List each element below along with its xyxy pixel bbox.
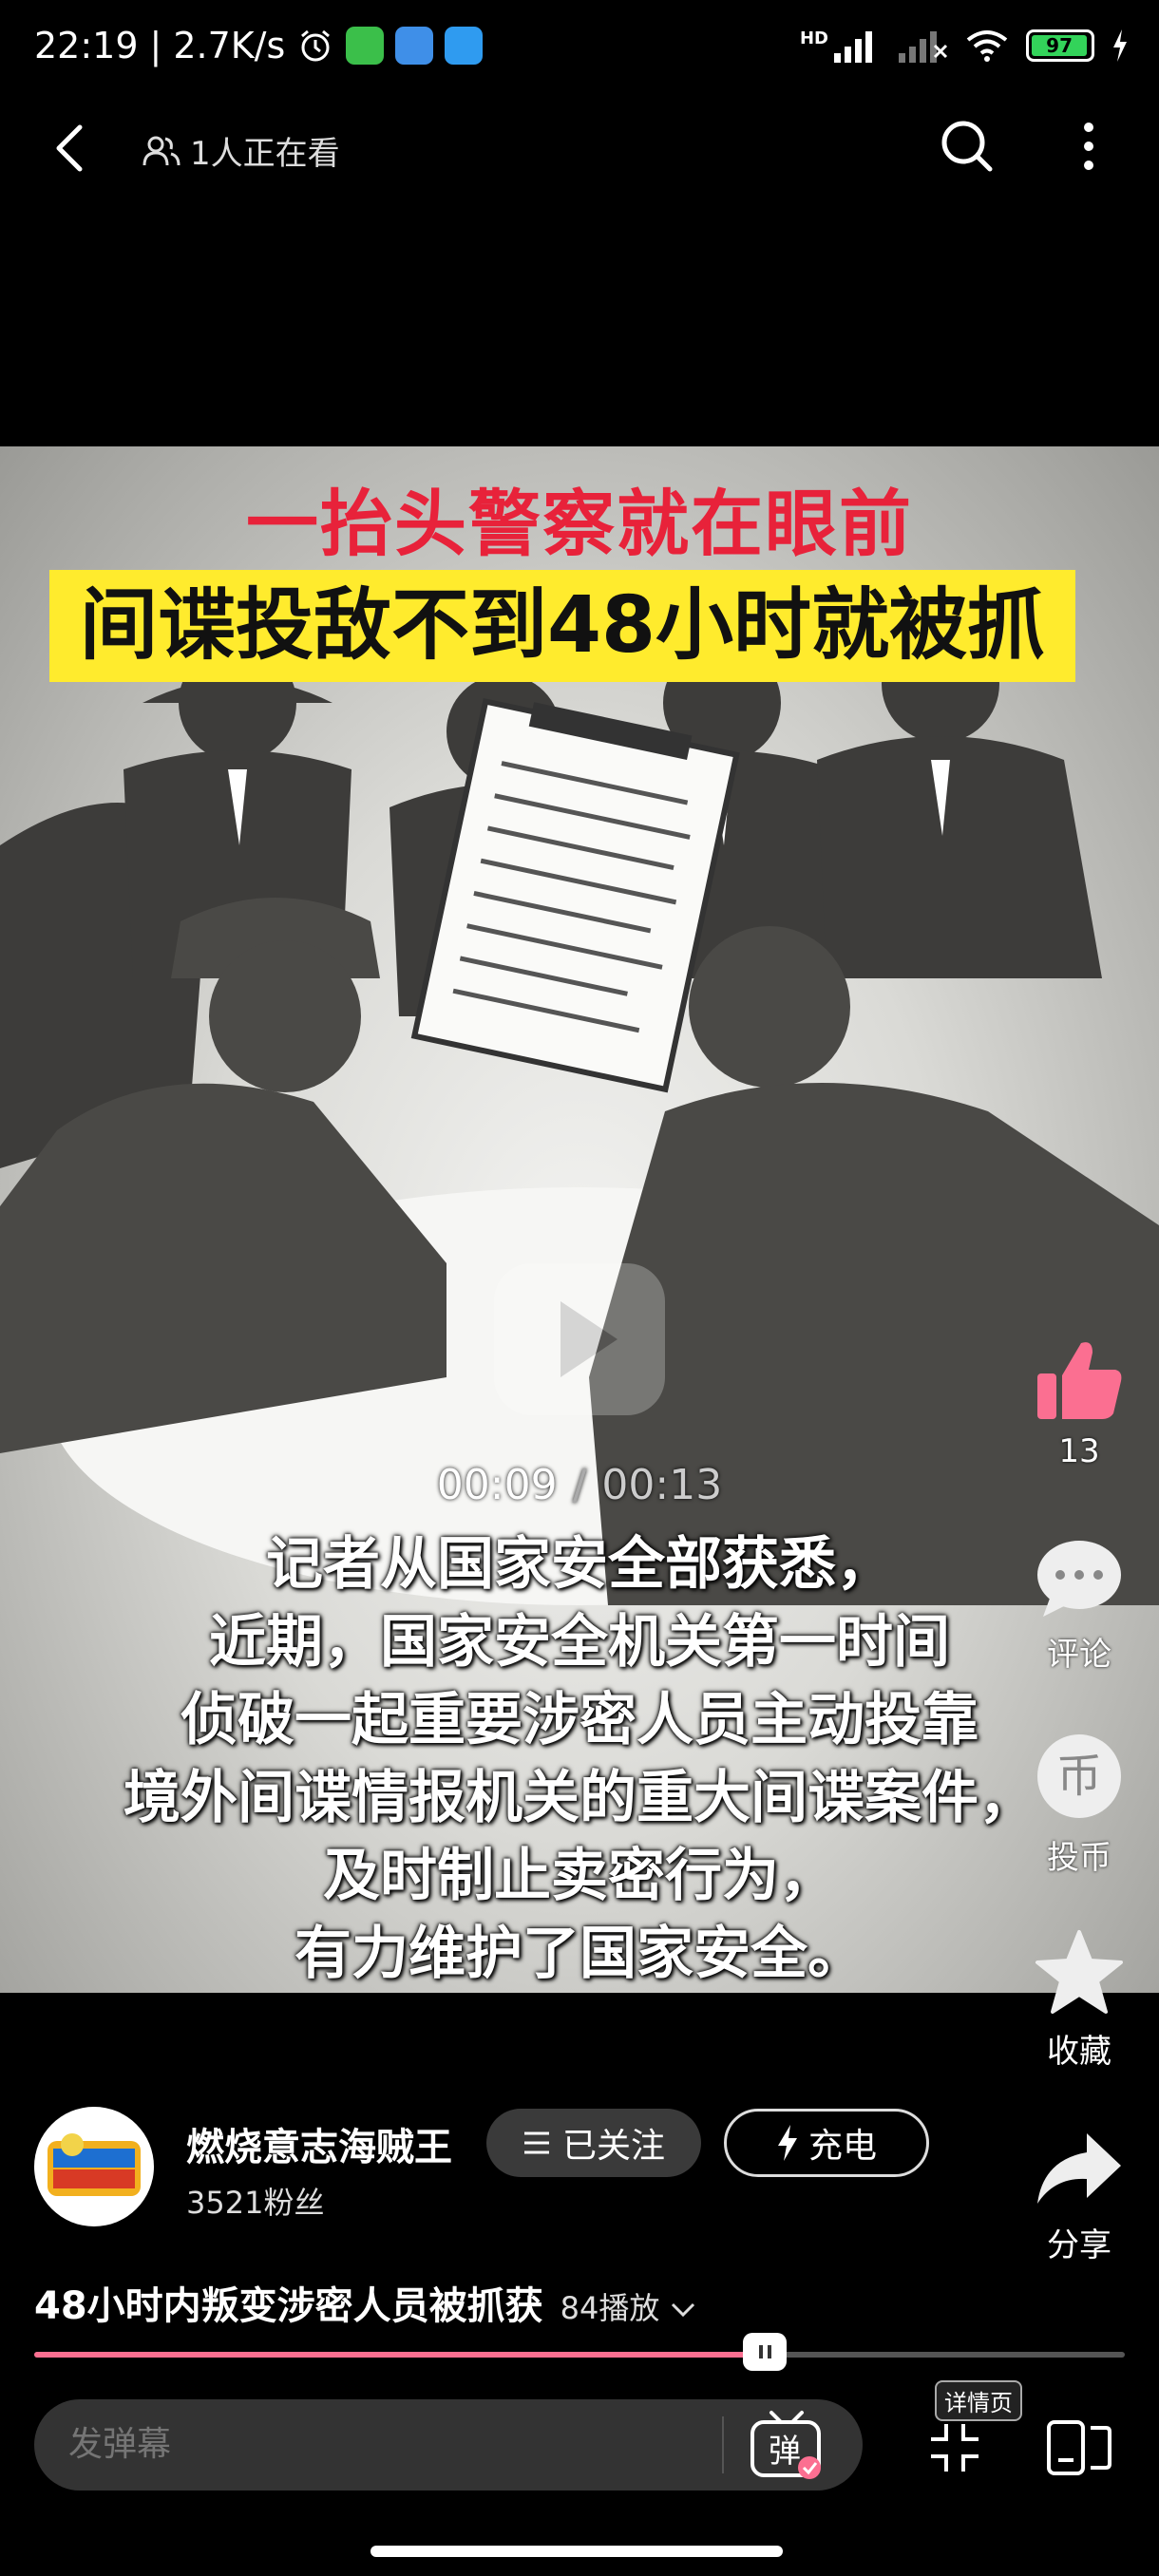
top-nav: 1人正在看 [0, 99, 1159, 194]
view-count: 84播放 [560, 2284, 696, 2328]
more-icon[interactable] [1070, 118, 1108, 175]
coin-label: 投币 [1047, 1839, 1112, 1877]
battery-icon: 97 [1026, 29, 1094, 62]
weather-app-icon [395, 27, 434, 65]
subtitle-line: 及时制止卖密行为， [323, 1843, 836, 1909]
comment-button[interactable]: 评论 [1022, 1537, 1136, 1675]
video-headline-2: 间谍投敌不到48小时就被抓 [49, 570, 1075, 682]
danmaku-divider [722, 2416, 724, 2473]
status-bar-left: 22:19 | 2.7K/s [34, 25, 484, 66]
signal-hd-label: HD [799, 28, 828, 48]
power-saver-app-icon [346, 27, 385, 65]
net-speed: 2.7K/s [173, 25, 286, 66]
viewer-count: 1人正在看 [142, 127, 340, 174]
people-icon [142, 136, 180, 165]
time-separator: / [572, 1461, 587, 1509]
progress-thumb[interactable] [743, 2333, 788, 2371]
wifi-icon [966, 30, 1008, 62]
lightning-icon [777, 2125, 797, 2161]
subtitle-line: 记者从国家安全部获悉， [266, 1531, 893, 1598]
subtitle-line: 侦破一起重要涉密人员主动投靠 [180, 1687, 978, 1753]
like-button[interactable]: 13 [1022, 1337, 1136, 1470]
avatar[interactable] [34, 2107, 154, 2226]
split-screen-icon[interactable] [1045, 2418, 1113, 2477]
danmaku-toggle[interactable]: 弹 [747, 2409, 826, 2483]
video-title: 48小时内叛变涉密人员被抓获 [34, 2284, 543, 2328]
signal-icon [834, 31, 872, 63]
favorite-button[interactable]: 收藏 [1022, 1928, 1136, 2072]
comment-label: 评论 [1047, 1636, 1112, 1674]
search-icon[interactable] [939, 118, 996, 175]
uploader-name[interactable]: 燃烧意志海贼王 [186, 2116, 452, 2171]
charge-label: 充电 [808, 2127, 877, 2166]
playback-time: 00:09 / 00:13 [0, 1461, 1159, 1509]
subtitle-line: 境外间谍情报机关的重大间谍案件， [124, 1765, 1036, 1831]
danmaku-input[interactable] [34, 2399, 863, 2491]
exit-fullscreen-icon[interactable] [929, 2422, 980, 2473]
clock: 22:19 [34, 25, 139, 66]
coin-glyph: 币 [1056, 1750, 1102, 1803]
status-bar-right: HD 97 [800, 28, 1129, 63]
upload-app-icon [445, 27, 484, 65]
signal-2-icon [899, 31, 948, 63]
back-icon[interactable] [46, 120, 93, 177]
star-icon [1036, 1930, 1123, 2014]
danmaku-tv-icon: 弹 [750, 2411, 821, 2479]
progress-bar[interactable] [34, 2333, 1125, 2371]
danmaku-toggle-label: 弹 [769, 2433, 801, 2471]
share-label: 分享 [1047, 2226, 1112, 2264]
home-indicator[interactable] [370, 2546, 783, 2557]
total-time: 00:13 [601, 1461, 723, 1509]
thumbs-up-icon [1037, 1342, 1122, 1419]
charge-button[interactable]: 充电 [724, 2109, 929, 2177]
play-icon[interactable] [484, 1244, 674, 1434]
battery-level: 97 [1032, 35, 1088, 56]
status-separator: | [149, 25, 162, 66]
coin-button[interactable]: 币 投币 [1022, 1731, 1136, 1878]
detail-page-badge[interactable]: 详情页 [935, 2380, 1022, 2421]
video-headline-1: 一抬头警察就在眼前 [246, 482, 913, 566]
viewer-count-text: 1人正在看 [190, 135, 340, 173]
favorite-label: 收藏 [1047, 2033, 1112, 2071]
follow-label: 已关注 [561, 2127, 665, 2166]
fan-count: 3521粉丝 [186, 2185, 325, 2221]
comment-icon [1037, 1541, 1121, 1617]
coin-icon: 币 [1037, 1734, 1121, 1818]
subtitle-line: 近期，国家安全机关第一时间 [209, 1609, 950, 1676]
chevron-down-icon [671, 2302, 694, 2318]
menu-icon [523, 2131, 549, 2154]
like-count: 13 [1058, 1432, 1100, 1470]
share-icon [1037, 2133, 1121, 2204]
current-time: 00:09 [436, 1461, 558, 1509]
tv-face-icon [759, 2345, 772, 2358]
share-button[interactable]: 分享 [1022, 2128, 1136, 2265]
charging-icon [1113, 29, 1127, 62]
view-count-text: 84播放 [560, 2290, 660, 2326]
subtitle-line: 有力维护了国家安全。 [294, 1921, 864, 1987]
progress-fill [34, 2352, 766, 2358]
video-title-row[interactable]: 48小时内叛变涉密人员被抓获 84播放 [34, 2275, 696, 2330]
uploader-avatar-image [48, 2133, 141, 2196]
status-bar: 22:19 | 2.7K/s HD 97 [0, 0, 1159, 99]
follow-button[interactable]: 已关注 [486, 2109, 701, 2177]
video-player[interactable]: 一抬头警察就在眼前 间谍投敌不到48小时就被抓 00:09 / 00:13 记者从国… [0, 446, 1159, 1993]
alarm-icon [301, 29, 331, 62]
uploader-section: 燃烧意志海贼王 3521粉丝 已关注 充电 [0, 2099, 1007, 2232]
